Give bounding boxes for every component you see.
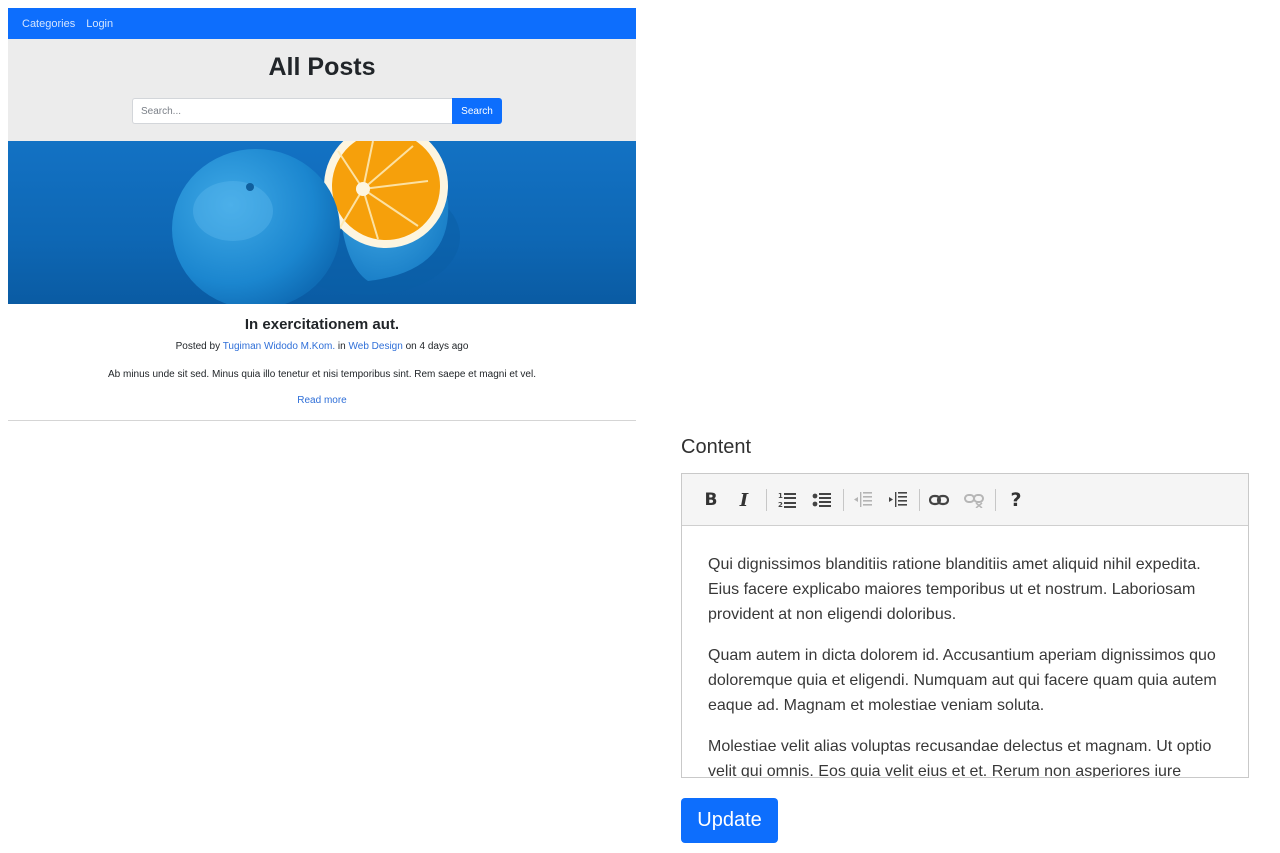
indent-button[interactable] — [884, 486, 912, 514]
help-button[interactable]: ? — [1002, 486, 1030, 514]
nav-link-categories[interactable]: Categories — [22, 18, 75, 30]
category-link[interactable]: Web Design — [349, 341, 403, 352]
search-form: Search — [132, 98, 502, 124]
search-button[interactable]: Search — [452, 98, 502, 124]
editor-paragraph: Molestiae velit alias voluptas recusanda… — [708, 738, 1212, 777]
bold-button[interactable]: B — [697, 486, 725, 514]
post-excerpt: Ab minus unde sit sed. Minus quia illo t… — [108, 369, 536, 380]
post-meta: Posted by Tugiman Widodo M.Kom. in Web D… — [8, 341, 636, 352]
post-title[interactable]: In exercitationem aut. — [8, 316, 636, 333]
unlink-button[interactable] — [960, 486, 988, 514]
link-icon — [929, 494, 949, 506]
bulleted-list-icon — [812, 493, 831, 507]
numbered-list-button[interactable]: 1 2 — [774, 486, 802, 514]
toolbar-separator — [995, 489, 996, 511]
meta-in: in — [337, 341, 346, 352]
rich-text-editor: B I 1 2 ? Qui dignissimos blanditiis rat… — [681, 473, 1249, 778]
read-more-row: Read more — [8, 395, 636, 406]
post-divider — [8, 420, 636, 421]
editor-content-area[interactable]: Qui dignissimos blanditiis ratione bland… — [682, 527, 1248, 777]
bold-icon: B — [704, 490, 718, 510]
editor-toolbar: B I 1 2 ? — [682, 474, 1248, 526]
page-title: All Posts — [268, 53, 376, 81]
svg-text:2: 2 — [778, 501, 783, 509]
link-button[interactable] — [925, 486, 953, 514]
italic-button[interactable]: I — [730, 486, 758, 514]
outdent-button[interactable] — [849, 486, 877, 514]
svg-text:1: 1 — [778, 492, 783, 500]
nav-link-login[interactable]: Login — [86, 18, 113, 30]
help-icon: ? — [1010, 489, 1022, 511]
hero-section: All Posts Search — [8, 39, 636, 141]
read-more-link[interactable]: Read more — [297, 395, 346, 406]
italic-icon: I — [739, 489, 749, 511]
outdent-icon — [854, 492, 872, 507]
toolbar-separator — [843, 489, 844, 511]
indent-icon — [889, 492, 907, 507]
top-navbar: Categories Login — [8, 8, 636, 39]
orange-on-blue-image — [172, 141, 460, 304]
editor-paragraph: Quam autem in dicta dolorem id. Accusant… — [708, 647, 1217, 714]
blog-page: Categories Login All Posts Search... Sea… — [8, 8, 636, 424]
toolbar-separator — [919, 489, 920, 511]
search-input[interactable] — [132, 98, 452, 124]
content-label: Content — [681, 436, 752, 458]
unlink-icon — [964, 494, 984, 508]
update-button[interactable]: Update — [681, 798, 778, 843]
editor-paragraph: Qui dignissimos blanditiis ratione bland… — [708, 556, 1201, 623]
numbered-list-icon: 1 2 — [778, 492, 796, 509]
meta-date: on 4 days ago — [405, 341, 469, 352]
bulleted-list-button[interactable] — [808, 486, 836, 514]
author-link[interactable]: Tugiman Widodo M.Kom. — [223, 341, 335, 352]
toolbar-separator — [766, 489, 767, 511]
meta-posted-by: Posted by — [175, 341, 221, 352]
post-featured-image — [8, 141, 636, 304]
